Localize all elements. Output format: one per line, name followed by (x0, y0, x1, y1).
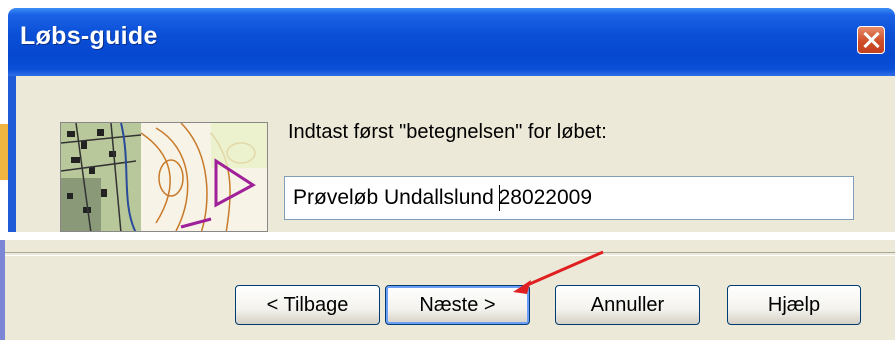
close-icon[interactable] (857, 26, 885, 54)
dialog-bottom-fragment: < Tilbage Næste > Annuller Hjælp (0, 240, 895, 340)
name-prompt-label: Indtast først "betegnelsen" for løbet: (288, 121, 607, 143)
window-title: Løbs-guide (20, 22, 158, 50)
separator-line (5, 252, 895, 256)
race-name-value-end: 28022009 (498, 186, 593, 209)
left-edge (0, 0, 8, 232)
race-name-value-start: Prøveløb Undallslund (293, 186, 500, 209)
back-button[interactable]: < Tilbage (235, 285, 380, 325)
background-window-edge (0, 124, 8, 180)
red-arrow-annotation (513, 250, 604, 294)
window-left-border (8, 76, 16, 232)
race-name-input[interactable]: Prøveløb Undallslund 28022009 (284, 176, 854, 220)
dialog-top-fragment: Løbs-guide Indtast først "betegnelsen" f… (0, 0, 895, 232)
orienteering-map-image (60, 122, 268, 232)
title-bar[interactable]: Løbs-guide (8, 8, 895, 76)
help-button[interactable]: Hjælp (727, 285, 861, 325)
